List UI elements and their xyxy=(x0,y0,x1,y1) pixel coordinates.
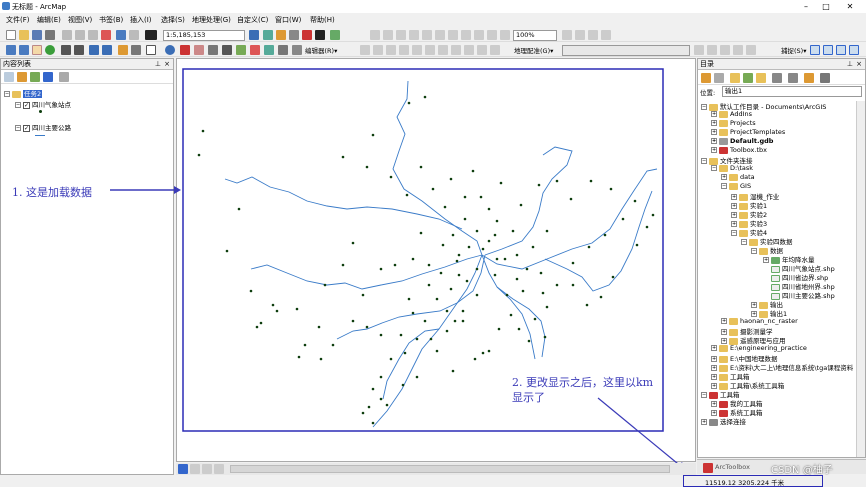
catalog-item[interactable]: + AddIns xyxy=(711,110,752,118)
geodatabase-icon xyxy=(719,137,728,145)
catalog-item[interactable]: + E:\engineering_practice xyxy=(711,344,807,352)
forward-arrow-icon[interactable] xyxy=(714,73,724,83)
catalog-title: 目录 xyxy=(700,60,714,68)
horizontal-scrollbar[interactable] xyxy=(230,465,670,473)
expand-icon[interactable]: + xyxy=(711,120,717,126)
collapse-icon[interactable]: − xyxy=(701,392,707,398)
folder-icon xyxy=(719,110,728,118)
catalog-item-label: Projects xyxy=(730,119,756,127)
annotation-arrowhead-1 xyxy=(174,186,181,194)
arctoolbox-icon[interactable] xyxy=(703,463,713,473)
collapse-icon[interactable]: − xyxy=(701,158,707,164)
status-bar: 11519.12 3205.224 千米 xyxy=(0,475,866,487)
folder-icon xyxy=(719,164,728,172)
coordinate-readout: 11519.12 3205.224 千米 xyxy=(705,479,785,487)
catalog-item-label: Toolbox.tbx xyxy=(730,146,767,154)
catalog-item-label: E:\engineering_practice xyxy=(730,344,807,352)
folder-icon xyxy=(719,119,728,127)
catalog-item-label: data xyxy=(740,173,755,181)
collapse-icon[interactable]: − xyxy=(751,248,757,254)
expand-icon[interactable]: + xyxy=(721,318,727,324)
refresh-icon[interactable] xyxy=(202,464,212,474)
home-icon[interactable] xyxy=(743,73,753,83)
location-label: 位置: xyxy=(700,89,716,97)
catalog-item[interactable]: + Projects xyxy=(711,119,756,127)
map-bottom-bar xyxy=(176,463,696,475)
catalog-item-label: GIS xyxy=(740,182,752,190)
expand-icon[interactable]: + xyxy=(701,419,707,425)
database-connections-icon xyxy=(709,418,718,426)
catalog-item-label: Default.gdb xyxy=(730,137,774,145)
expand-icon[interactable]: + xyxy=(721,174,727,180)
expand-icon[interactable]: + xyxy=(711,147,717,153)
catalog-tree-icon[interactable] xyxy=(804,73,814,83)
catalog-item-label: AddIns xyxy=(730,110,753,118)
folder-icon xyxy=(729,182,738,190)
catalog-item[interactable]: − GIS xyxy=(721,182,751,190)
location-field[interactable]: 输出1 xyxy=(722,86,862,97)
catalog-vertical-scrollbar[interactable] xyxy=(856,101,865,457)
expand-icon[interactable]: + xyxy=(711,138,717,144)
up-one-level-icon[interactable] xyxy=(730,73,740,83)
catalog-item[interactable]: − D:\task xyxy=(711,164,753,172)
catalog-item-label: 选择连接 xyxy=(720,418,746,426)
folder-icon xyxy=(729,317,738,325)
expand-icon[interactable]: + xyxy=(711,345,717,351)
back-arrow-icon[interactable] xyxy=(701,73,711,83)
folder-icon xyxy=(729,173,738,181)
annotation-km-line2: 显示了 xyxy=(512,391,545,404)
arctoolbox-tab[interactable]: ArcToolbox xyxy=(715,463,750,471)
catalog-item[interactable]: + Default.gdb xyxy=(711,137,773,145)
pause-drawing-icon[interactable] xyxy=(214,464,224,474)
views-icon[interactable] xyxy=(788,73,798,83)
catalog-item[interactable]: + 选择连接 xyxy=(701,416,746,426)
dock-tabs: ArcToolbox CSDN @柚子 xyxy=(697,459,866,476)
expand-icon[interactable]: + xyxy=(711,111,717,117)
close-icon[interactable]: × xyxy=(856,59,862,69)
catalog-item[interactable]: + data xyxy=(721,173,755,181)
catalog-item-label: D:\task xyxy=(730,164,754,172)
folder-icon xyxy=(719,344,728,352)
collapse-icon[interactable]: − xyxy=(741,239,747,245)
catalog-item[interactable]: + Toolbox.tbx xyxy=(711,146,767,154)
toggle-contents-icon[interactable] xyxy=(772,73,782,83)
collapse-icon[interactable]: − xyxy=(731,230,737,236)
catalog-item-label: ProjectTemplates xyxy=(730,128,786,136)
folder-icon xyxy=(719,128,728,136)
coordinate-readout-frame: 11519.12 3205.224 千米 xyxy=(683,475,823,487)
connect-folder-icon[interactable] xyxy=(756,73,766,83)
collapse-icon[interactable]: − xyxy=(711,165,717,171)
expand-icon[interactable]: + xyxy=(763,257,769,263)
annotation-arrow-2 xyxy=(597,397,684,469)
toolbox-icon xyxy=(719,146,728,154)
catalog-item[interactable]: + haonan_nc_raster xyxy=(721,317,798,325)
expand-icon[interactable]: + xyxy=(711,129,717,135)
catalog-item[interactable]: + ProjectTemplates xyxy=(711,128,785,136)
collapse-icon[interactable]: − xyxy=(721,183,727,189)
watermark: CSDN @柚子 xyxy=(771,465,833,476)
catalog-item-label: 四川主要公路.shp xyxy=(782,292,835,300)
catalog-panel: 目录 ⊥ × 位置: 输出1 − 默认工作目录 - Documents\ArcGI… xyxy=(697,58,866,458)
layout-view-icon[interactable] xyxy=(190,464,200,474)
data-view-icon[interactable] xyxy=(178,464,188,474)
catalog-toolbar xyxy=(698,71,865,85)
catalog-item-label: haonan_nc_raster xyxy=(740,317,798,325)
annotation-km-line1: 2. 更改显示之后，这里以km xyxy=(512,376,654,389)
pin-icon[interactable]: ⊥ xyxy=(847,59,853,69)
refresh-icon[interactable] xyxy=(820,73,830,83)
collapse-icon[interactable]: − xyxy=(701,104,707,110)
catalog-header: 目录 ⊥ × xyxy=(698,59,865,70)
